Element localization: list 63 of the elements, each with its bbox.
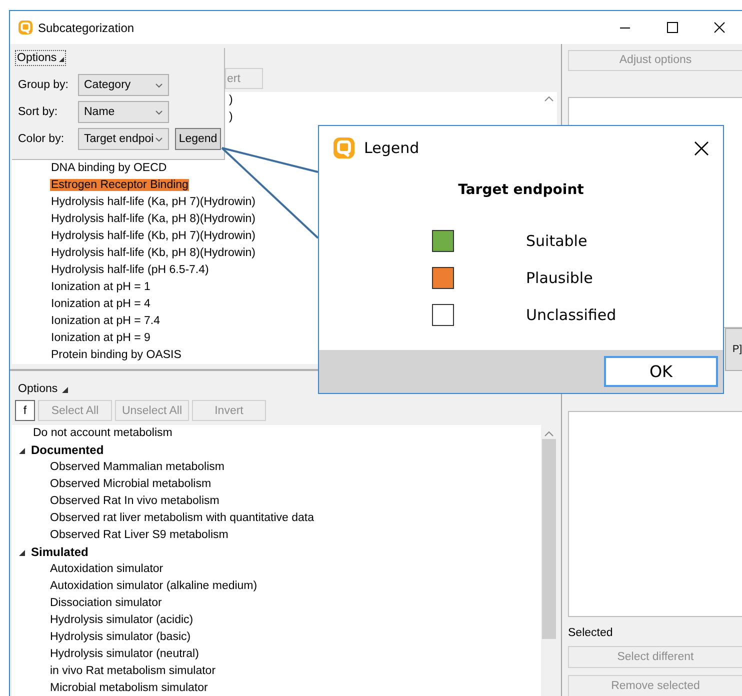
list-item[interactable]: Protein binding by OASIS <box>50 349 182 361</box>
list-item[interactable]: Hydrolysis half-life (Ka, pH 8)(Hydrowin) <box>50 213 256 225</box>
list-item[interactable]: Hydrolysis half-life (Kb, pH 7)(Hydrowin) <box>50 230 256 242</box>
dropdown[interactable]: Target endpoi <box>78 128 169 150</box>
dialog-title: Legend <box>364 139 420 157</box>
expander-icon[interactable] <box>19 550 25 556</box>
tree-item[interactable]: Autoxidation simulator (alkaline medium) <box>50 578 258 595</box>
chevron-down-icon <box>155 82 163 88</box>
chevron-down-icon <box>155 110 163 114</box>
tree-item[interactable]: Observed rat liver metabolism with quantitative data <box>50 510 314 527</box>
tree-item[interactable]: Dissociation simulator <box>50 595 162 612</box>
tree-item[interactable]: Observed Rat Liver S9 metabolism <box>50 527 228 544</box>
legend-heading: Target endpoint <box>457 181 585 200</box>
tree-item[interactable]: Hydrolysis simulator (basic) <box>50 629 191 646</box>
filter-button[interactable]: f <box>15 400 35 421</box>
list-item[interactable]: ) <box>228 94 234 106</box>
tree-item[interactable]: in vivo Rat metabolism simulator <box>50 663 216 680</box>
selected-label: Selected <box>568 626 614 640</box>
dropdown[interactable]: Category <box>78 74 169 96</box>
list-item[interactable]: Ionization at pH = 1 <box>50 281 152 293</box>
tree-group[interactable]: Documented <box>31 442 104 459</box>
window-title: Subcategorization <box>38 20 134 34</box>
legend-label: Unclassified <box>526 306 616 324</box>
close-icon[interactable] <box>694 140 709 156</box>
scrollbar-thumb[interactable] <box>542 439 556 639</box>
tree-item[interactable]: Autoxidation simulator <box>50 561 164 578</box>
ok-button[interactable]: OK <box>604 356 718 387</box>
scroll-up-icon[interactable] <box>544 431 554 437</box>
field-label: Color by: <box>18 133 66 145</box>
legend-button[interactable]: Legend <box>175 128 221 150</box>
list-item[interactable]: Ionization at pH = 9 <box>50 332 152 344</box>
list-item[interactable]: Estrogen Receptor Binding <box>50 179 190 191</box>
app-logo-icon <box>18 20 33 35</box>
dropdown[interactable]: Name <box>78 101 169 123</box>
field-label: Sort by: <box>18 106 59 118</box>
list-item[interactable]: Hydrolysis half-life (Ka, pH 7)(Hydrowin) <box>50 196 256 208</box>
list-item[interactable]: Hydrolysis half-life (Kb, pH 8)(Hydrowin) <box>50 247 256 259</box>
tree-item[interactable]: Hydrolysis simulator (acidic) <box>50 612 194 629</box>
legend-label: Plausible <box>526 269 593 287</box>
scroll-up-icon[interactable] <box>544 96 554 102</box>
maximize-icon[interactable] <box>667 22 678 33</box>
list-item[interactable]: Hydrolysis half-life (pH 6.5-7.4) <box>50 264 210 276</box>
close-icon[interactable] <box>714 22 725 33</box>
list-item[interactable]: Ionization at pH = 7.4 <box>50 315 162 327</box>
tree-item[interactable]: Observed Mammalian metabolism <box>50 459 224 476</box>
tree-item[interactable]: Hydrolysis simulator (neutral) <box>50 646 199 663</box>
legend-label: Suitable <box>526 232 588 250</box>
list-item[interactable]: DNA binding by OECD <box>50 162 168 174</box>
expander-icon[interactable] <box>19 448 25 454</box>
tree-item[interactable]: Do not account metabolism <box>33 425 172 442</box>
options-toggle[interactable]: Options <box>18 382 58 394</box>
tree-item[interactable]: Observed Microbial metabolism <box>50 476 212 493</box>
tree-group[interactable]: Simulated <box>31 544 88 561</box>
tree-item[interactable]: Microbial metabolism simulator <box>50 680 208 696</box>
tree-item[interactable]: Observed Rat In vivo metabolism <box>50 493 220 510</box>
chevron-down-icon <box>155 136 163 142</box>
side-button[interactable]: P] <box>725 328 742 370</box>
collapse-icon[interactable] <box>58 57 64 62</box>
collapse-icon[interactable] <box>62 387 68 393</box>
list-item[interactable]: ) <box>228 111 234 123</box>
field-label: Group by: <box>18 79 70 91</box>
list-item[interactable]: Ionization at pH = 4 <box>50 298 152 310</box>
app-logo-icon <box>333 137 355 159</box>
